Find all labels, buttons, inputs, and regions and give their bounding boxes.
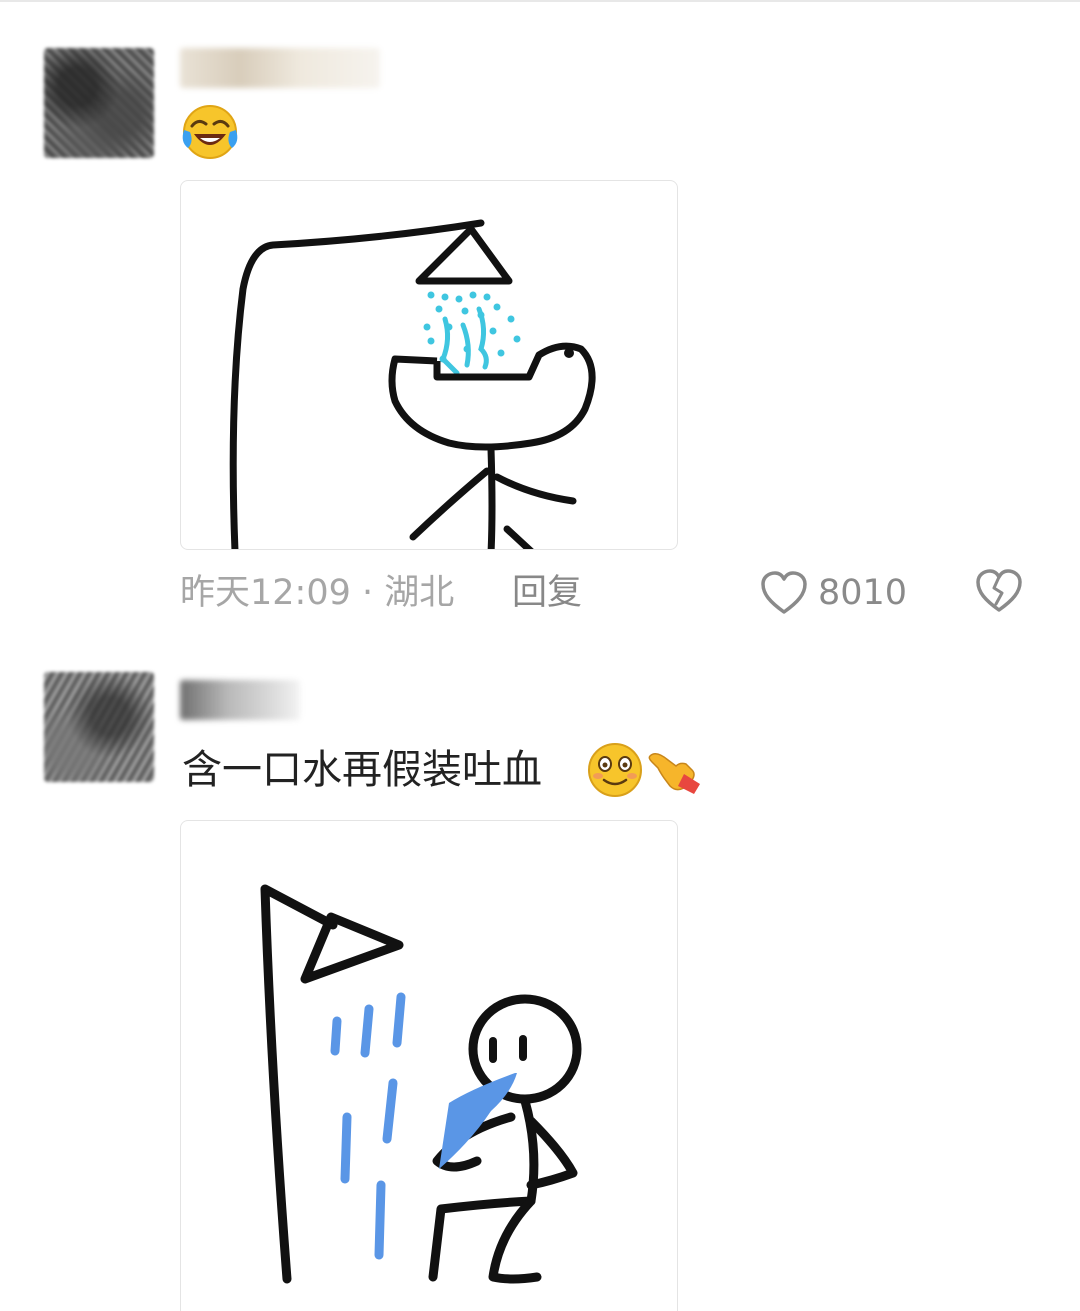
dislike-button[interactable] <box>974 566 1024 620</box>
comment-image-card[interactable] <box>180 820 678 1311</box>
laughing-crying-emoji-icon <box>182 105 238 159</box>
like-count: 8010 <box>818 573 908 613</box>
shower-stickman-drawing <box>229 219 596 549</box>
avatar[interactable] <box>44 48 154 158</box>
comment-meta: 昨天12:09 · 湖北 <box>180 568 454 618</box>
username-blurred[interactable] <box>180 680 300 720</box>
comment-text-body: 含一口水再假装吐血 <box>182 747 542 793</box>
username-blurred[interactable] <box>180 48 380 88</box>
smiling-emoji-icon <box>588 743 642 797</box>
comment-image-card[interactable] <box>180 180 678 550</box>
comment-timestamp: 昨天12:09 <box>180 573 351 613</box>
pointing-hand-emoji-icon <box>648 753 700 794</box>
meta-separator: · <box>350 573 385 613</box>
stickman-spitting-water-drawing <box>260 884 582 1284</box>
heart-icon <box>761 571 807 614</box>
like-button[interactable]: 8010 <box>760 566 907 620</box>
broken-heart-icon <box>976 569 1022 612</box>
avatar[interactable] <box>44 672 154 782</box>
reply-button[interactable]: 回复 <box>512 568 582 618</box>
top-divider <box>0 0 1080 2</box>
comment-text: 含一口水再假装吐血 <box>182 742 542 798</box>
comment-location: 湖北 <box>384 573 455 613</box>
